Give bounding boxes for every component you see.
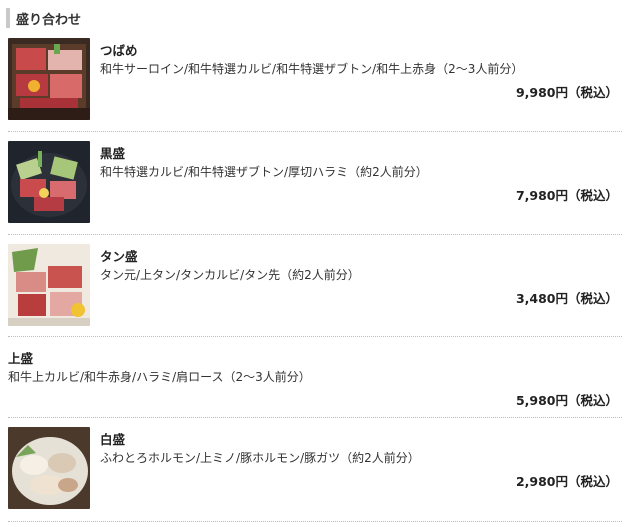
menu-item-description: 和牛サーロイン/和牛特選カルビ/和牛特選ザブトン/和牛上赤身（2〜3人前分） <box>100 62 524 76</box>
item-divider <box>8 417 622 418</box>
section-title: 盛り合わせ <box>16 12 82 28</box>
menu-item-jomori[interactable]: 上盛 和牛上カルビ/和牛赤身/ハラミ/肩ロース（2〜3人前分） 5,980円（税… <box>8 346 622 418</box>
menu-page: 盛り合わせ つばめ 和牛サーロイン/和牛特選カルビ/和牛特選ザブトン/和牛上赤身… <box>0 0 627 527</box>
menu-item-tanmori[interactable]: タン盛 タン元/上タン/タンカルビ/タン先（約2人前分） 3,480円（税込） <box>8 244 622 337</box>
menu-item-description: タン元/上タン/タンカルビ/タン先（約2人前分） <box>100 268 360 282</box>
item-divider <box>8 234 622 235</box>
menu-item-name: タン盛 <box>100 249 138 264</box>
item-divider <box>8 131 622 132</box>
menu-item-description: 和牛上カルビ/和牛赤身/ハラミ/肩ロース（2〜3人前分） <box>8 370 311 384</box>
menu-item-shiromori[interactable]: 白盛 ふわとろホルモン/上ミノ/豚ホルモン/豚ガツ（約2人前分） 2,980円（… <box>8 427 622 522</box>
menu-item-photo <box>8 427 90 509</box>
menu-item-photo <box>8 244 90 326</box>
menu-item-kuromori[interactable]: 黒盛 和牛特選カルビ/和牛特選ザブトン/厚切ハラミ（約2人前分） 7,980円（… <box>8 141 622 235</box>
menu-item-description: ふわとろホルモン/上ミノ/豚ホルモン/豚ガツ（約2人前分） <box>100 451 420 465</box>
menu-item-name: 白盛 <box>100 432 126 447</box>
menu-item-photo <box>8 141 90 223</box>
menu-item-price: 7,980円（税込） <box>515 188 618 203</box>
menu-item-description: 和牛特選カルビ/和牛特選ザブトン/厚切ハラミ（約2人前分） <box>100 165 428 179</box>
menu-item-price: 5,980円（税込） <box>515 393 618 408</box>
item-divider <box>8 336 622 337</box>
menu-item-name: つばめ <box>100 43 138 58</box>
menu-item-tsubame[interactable]: つばめ 和牛サーロイン/和牛特選カルビ/和牛特選ザブトン/和牛上赤身（2〜3人前… <box>8 38 622 132</box>
menu-item-name: 黒盛 <box>100 146 126 161</box>
menu-item-price: 2,980円（税込） <box>515 474 618 489</box>
menu-item-name: 上盛 <box>8 351 34 366</box>
menu-item-price: 3,480円（税込） <box>515 291 618 306</box>
menu-item-photo <box>8 38 90 120</box>
item-divider <box>8 521 622 522</box>
menu-item-price: 9,980円（税込） <box>515 85 618 100</box>
section-header: 盛り合わせ <box>6 8 620 28</box>
